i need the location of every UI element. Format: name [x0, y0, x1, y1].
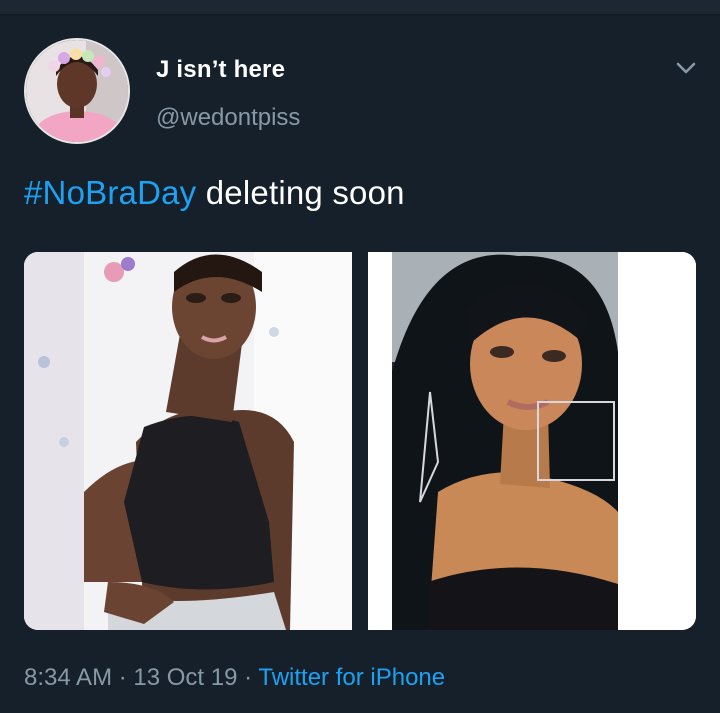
tweet-source-link[interactable]: Twitter for iPhone	[258, 664, 445, 691]
tweet-date[interactable]: 13 Oct 19	[133, 664, 237, 691]
chevron-down-icon[interactable]	[672, 54, 700, 82]
tweet-meta: 8:34 AM · 13 Oct 19 · Twitter for iPhone	[24, 664, 445, 692]
avatar-image	[26, 40, 128, 142]
photo-1[interactable]	[24, 252, 352, 630]
tweet-card: J isn’t here @wedontpiss #NoBraDay delet…	[0, 14, 720, 713]
tweet-time[interactable]: 8:34 AM	[24, 664, 112, 691]
tweet-body-text: deleting soon	[196, 174, 405, 211]
photo-2[interactable]	[368, 252, 696, 630]
photo-1-image	[24, 252, 352, 630]
user-handle[interactable]: @wedontpiss	[156, 104, 300, 132]
display-name[interactable]: J isn’t here	[156, 56, 285, 84]
avatar[interactable]	[24, 38, 130, 144]
meta-separator: ·	[112, 664, 134, 691]
tweet-text: #NoBraDay deleting soon	[24, 174, 405, 212]
hashtag-link[interactable]: #NoBraDay	[24, 174, 196, 211]
top-divider	[0, 0, 720, 15]
meta-separator: ·	[237, 664, 259, 691]
photo-2-image	[368, 252, 696, 630]
media-grid	[24, 252, 696, 630]
